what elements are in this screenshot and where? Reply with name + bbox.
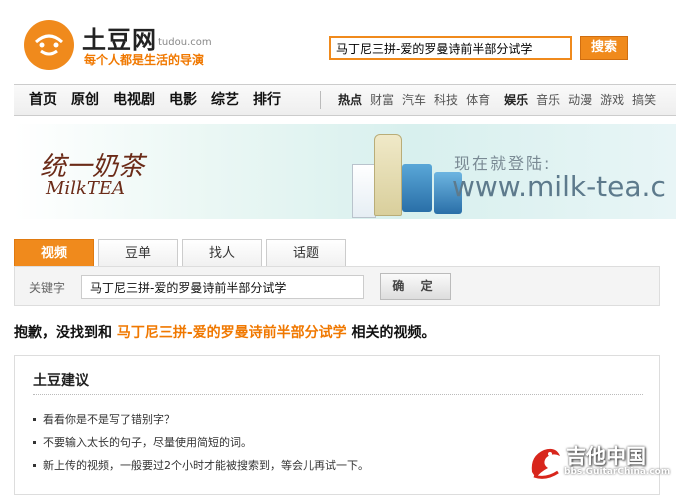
nav-sub-hot[interactable]: 热点	[338, 85, 362, 115]
tab-topics[interactable]: 话题	[266, 239, 346, 267]
nav-item-rankings[interactable]: 排行	[253, 85, 281, 115]
no-results-prefix: 抱歉，没找到和	[14, 325, 117, 341]
nav-sub-anime[interactable]: 动漫	[568, 85, 592, 115]
brand-name[interactable]: 土豆网	[82, 20, 157, 55]
brand-slogan: 每个人都是生活的导演	[84, 53, 205, 67]
confirm-button[interactable]: 确 定	[380, 273, 451, 300]
nav-sub-sports[interactable]: 体育	[466, 85, 490, 115]
search-button[interactable]: 搜索	[580, 36, 628, 60]
nav-sub-auto[interactable]: 汽车	[402, 85, 426, 115]
suggestions-title: 土豆建议	[33, 373, 89, 389]
nav-item-movies[interactable]: 电影	[169, 85, 197, 115]
milk-tea-banner-ad[interactable]: 统一奶茶 MilkTEA 现在就登陆: www.milk-tea.c	[14, 124, 676, 219]
suggestions-list: 看看你是不是写了错别字？ 不要输入太长的句子，尽量使用简短的词。 新上传的视频，…	[33, 408, 369, 477]
brand-domain: tudou.com	[158, 37, 212, 48]
list-item: 新上传的视频，一般要过2个小时才能被搜索到，等会儿再试一下。	[33, 454, 369, 477]
keyword-input[interactable]	[81, 275, 364, 299]
nav-item-original[interactable]: 原创	[71, 85, 99, 115]
list-item: 不要输入太长的句子，尽量使用简短的词。	[33, 431, 369, 454]
tab-playlists[interactable]: 豆单	[98, 239, 178, 267]
nav-divider	[320, 91, 321, 109]
banner-url: www.milk-tea.c	[452, 170, 666, 203]
watermark-url: bbs.GuitarChina.com	[564, 467, 671, 477]
product-cup-icon	[402, 164, 432, 212]
watermark-name: 吉他中国	[566, 444, 646, 468]
nav-sub-funny[interactable]: 搞笑	[632, 85, 656, 115]
nav-sub-tech[interactable]: 科技	[434, 85, 458, 115]
tab-videos[interactable]: 视频	[14, 239, 94, 267]
keyword-search-panel: 关键字 确 定	[14, 266, 660, 306]
banner-brand-en: MilkTEA	[46, 178, 125, 199]
search-input[interactable]	[329, 36, 572, 60]
search-type-tabs: 视频 豆单 找人 话题	[14, 239, 676, 267]
product-bottle-icon	[374, 134, 402, 216]
main-nav: 首页 原创 电视剧 电影 综艺 排行 热点 财富 汽车 科技 体育 娱乐 音乐 …	[14, 84, 676, 116]
nav-sub-entertainment[interactable]: 娱乐	[504, 85, 528, 115]
nav-sub-music[interactable]: 音乐	[536, 85, 560, 115]
guitarchina-watermark: 吉他中国 bbs.GuitarChina.com	[526, 440, 676, 487]
no-results-keyword: 马丁尼三拼-爱的罗曼诗前半部分试学	[116, 325, 347, 341]
nav-item-home[interactable]: 首页	[29, 85, 57, 115]
nav-item-tv-series[interactable]: 电视剧	[113, 85, 155, 115]
keyword-label: 关键字	[29, 281, 66, 295]
nav-sub-games[interactable]: 游戏	[600, 85, 624, 115]
no-results-suffix: 相关的视频。	[346, 325, 436, 341]
tudou-logo-icon[interactable]	[24, 20, 74, 70]
dragon-logo-icon	[531, 448, 560, 479]
product-carton-icon	[352, 164, 376, 218]
nav-sub-finance[interactable]: 财富	[370, 85, 394, 115]
no-results-message: 抱歉，没找到和 马丁尼三拼-爱的罗曼诗前半部分试学 相关的视频。	[14, 322, 436, 342]
list-item: 看看你是不是写了错别字？	[33, 408, 369, 431]
suggestions-divider	[33, 394, 643, 395]
tab-people[interactable]: 找人	[182, 239, 262, 267]
nav-item-variety[interactable]: 综艺	[211, 85, 239, 115]
